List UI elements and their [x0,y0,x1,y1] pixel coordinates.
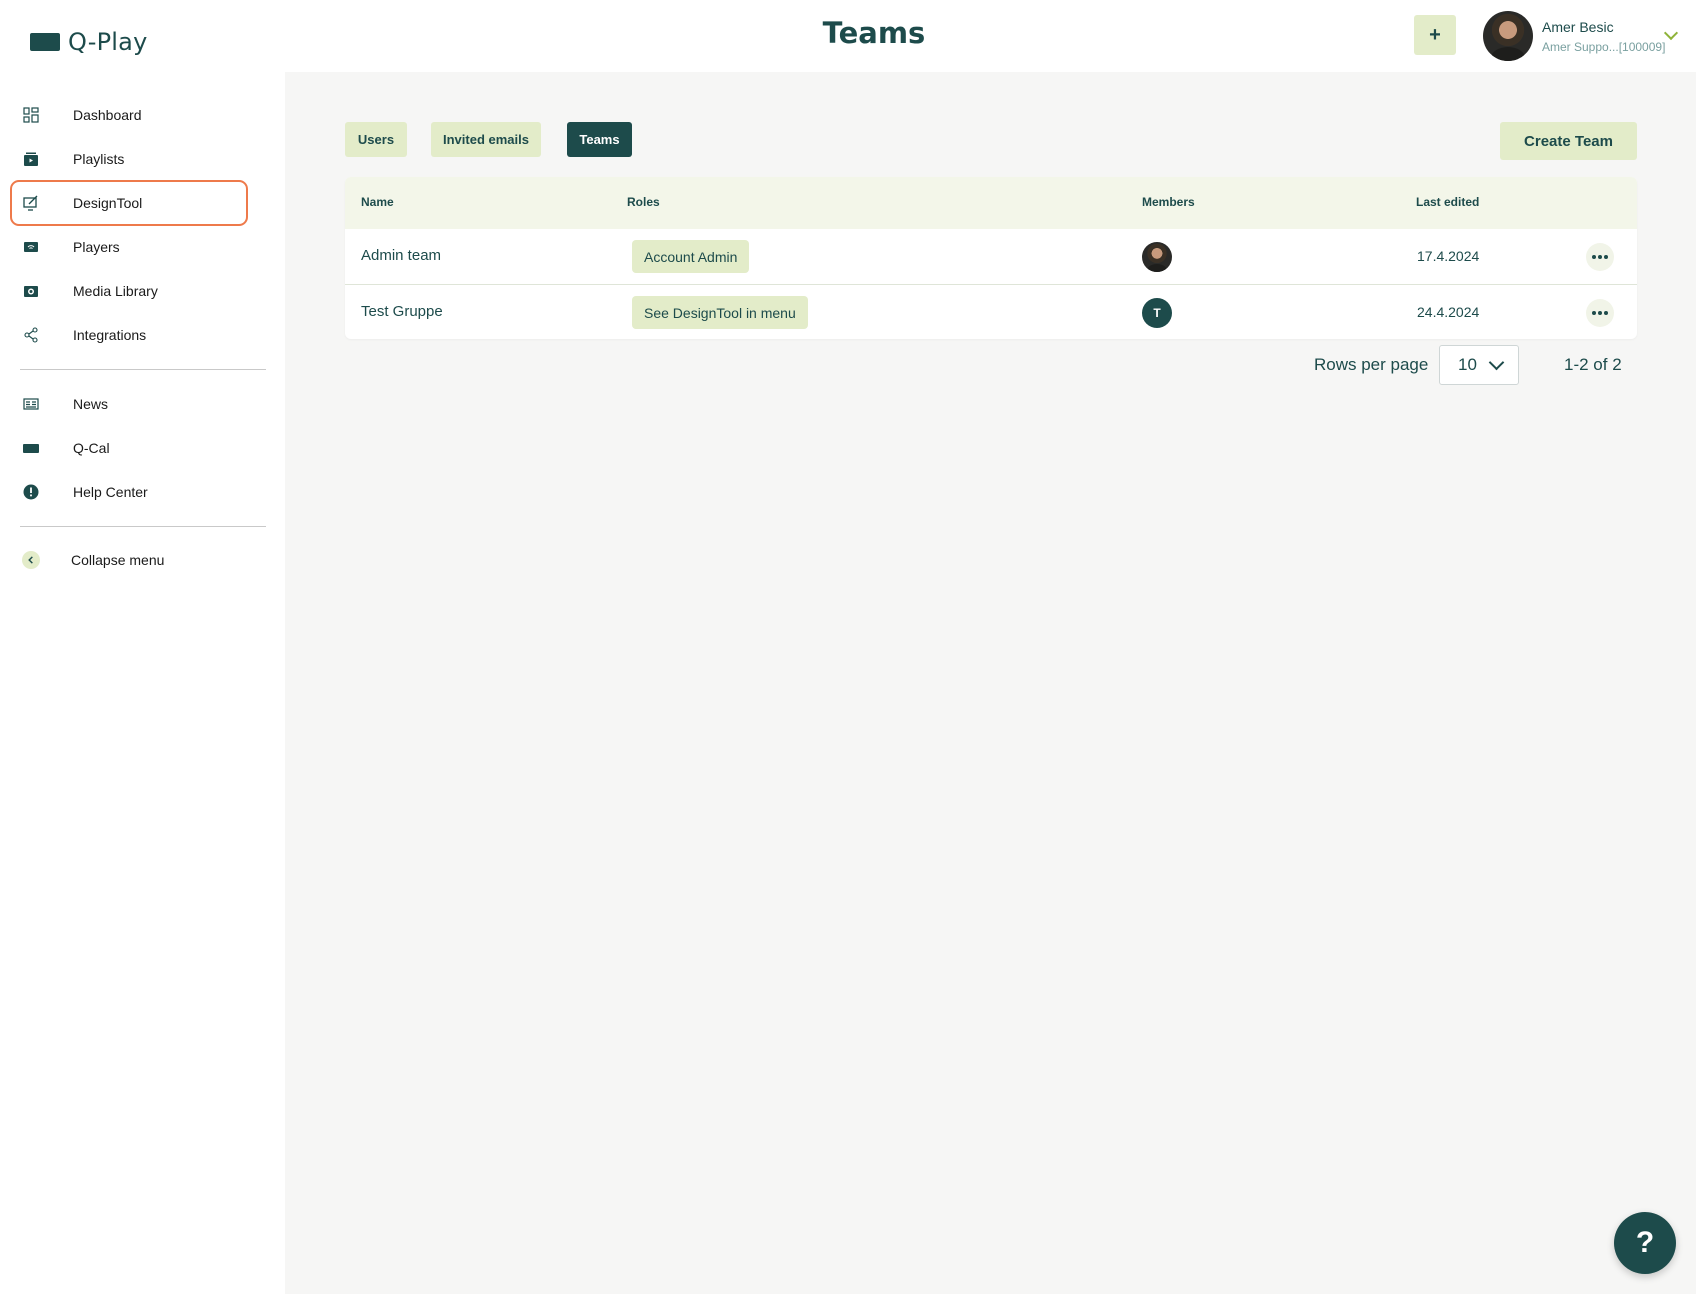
playlist-icon [22,150,40,168]
designtool-icon [22,194,40,212]
column-header-last-edited[interactable]: Last edited [1416,195,1479,209]
last-edited: 24.4.2024 [1417,304,1480,320]
more-options-icon[interactable] [1586,243,1614,271]
last-edited: 17.4.2024 [1417,248,1480,264]
top-bar: Q-Play Teams + Amer Besic Amer Suppo...[… [0,0,1696,72]
user-name: Amer Besic [1542,18,1614,35]
role-badge: Account Admin [632,240,750,273]
table-row[interactable]: Admin team Account Admin 17.4.2024 [345,229,1637,284]
team-name[interactable]: Admin team [361,247,441,264]
user-avatar [1483,11,1533,61]
pagination: Rows per page 10 1-2 of 2 [285,345,1624,385]
role-badge: See DesignTool in menu [632,296,808,329]
sidebar-item-label: Integrations [73,327,147,343]
tab-users[interactable]: Users [345,122,407,157]
sidebar-item-label: Collapse menu [71,552,165,568]
pagination-range: 1-2 of 2 [1564,355,1622,374]
rows-per-page-label: Rows per page [1314,355,1429,374]
table-header: Name Roles Members Last edited [345,177,1637,229]
calendar-icon [22,439,40,457]
user-account: Amer Suppo...[100009] [1542,39,1666,54]
column-header-name[interactable]: Name [361,195,394,209]
sidebar-item-dashboard[interactable]: Dashboard [10,92,248,138]
dashboard-icon [22,106,40,124]
sidebar-item-label: Players [73,239,120,255]
member-avatar [1142,242,1172,272]
media-library-icon [22,282,40,300]
chevron-left-icon [22,551,40,569]
sidebar-item-label: Playlists [73,151,125,167]
sidebar-item-label: DesignTool [73,195,143,211]
sidebar-item-players[interactable]: Players [10,224,248,270]
sidebar-item-integrations[interactable]: Integrations [10,312,248,358]
column-header-members[interactable]: Members [1142,195,1195,209]
member-avatar: T [1142,298,1172,328]
chevron-down-icon [1488,354,1505,371]
sidebar-item-news[interactable]: News [10,381,248,427]
collapse-menu-button[interactable]: Collapse menu [10,537,248,583]
add-button[interactable]: + [1414,15,1456,55]
sidebar-item-label: Q-Cal [73,440,110,456]
rows-per-page-select[interactable]: 10 [1439,345,1519,385]
sidebar-item-playlists[interactable]: Playlists [10,136,248,182]
sidebar-item-label: Media Library [73,283,158,299]
sidebar-item-label: Dashboard [73,107,142,123]
sidebar-item-label: News [73,396,109,412]
rows-per-page-value: 10 [1458,355,1477,374]
create-team-button[interactable]: Create Team [1500,122,1637,160]
table-row[interactable]: Test Gruppe See DesignTool in menu T 24.… [345,284,1637,339]
user-menu[interactable]: Amer Besic Amer Suppo...[100009] [1483,11,1665,61]
tab-invited-emails[interactable]: Invited emails [431,122,541,157]
sidebar-item-label: Help Center [73,484,148,500]
sidebar-item-help-center[interactable]: Help Center [10,469,248,515]
player-icon [22,238,40,256]
news-icon [22,395,40,413]
sidebar-item-q-cal[interactable]: Q-Cal [10,425,248,471]
team-name[interactable]: Test Gruppe [361,303,443,320]
sidebar-divider [20,369,266,370]
main-content: Users Invited emails Teams Create Team N… [285,72,1696,1294]
sidebar-item-designtool[interactable]: DesignTool [10,180,248,226]
more-options-icon[interactable] [1586,299,1614,327]
tab-teams[interactable]: Teams [567,122,632,157]
sidebar: Dashboard Playlists DesignTool Players M… [0,72,285,1294]
share-icon [22,326,40,344]
info-icon [22,483,40,501]
sidebar-divider [20,526,266,527]
sidebar-item-media-library[interactable]: Media Library [10,268,248,314]
column-header-roles[interactable]: Roles [627,195,660,209]
teams-table: Name Roles Members Last edited Admin tea… [345,177,1637,339]
help-button[interactable]: ? [1614,1212,1676,1274]
